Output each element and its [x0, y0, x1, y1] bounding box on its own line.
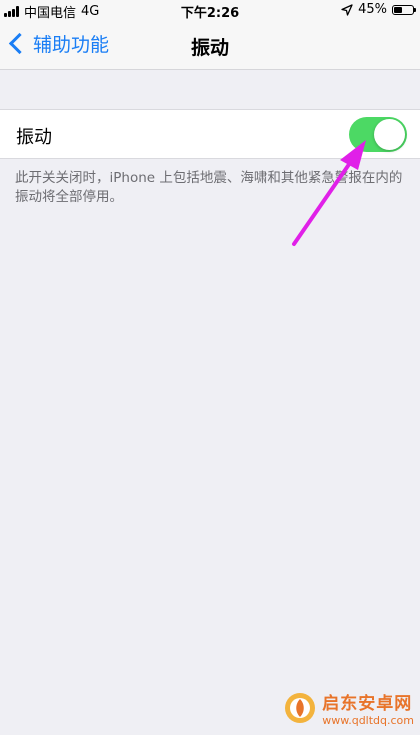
watermark-url: www.qdltdq.com: [322, 714, 414, 727]
annotation-arrow-icon: [292, 140, 366, 246]
watermark-brand: 启东安卓网: [322, 694, 413, 714]
watermark: 启东安卓网 www.qdltdq.com: [284, 689, 414, 727]
watermark-text: 启东安卓网 www.qdltdq.com: [322, 689, 414, 727]
watermark-logo-icon: [285, 693, 316, 723]
